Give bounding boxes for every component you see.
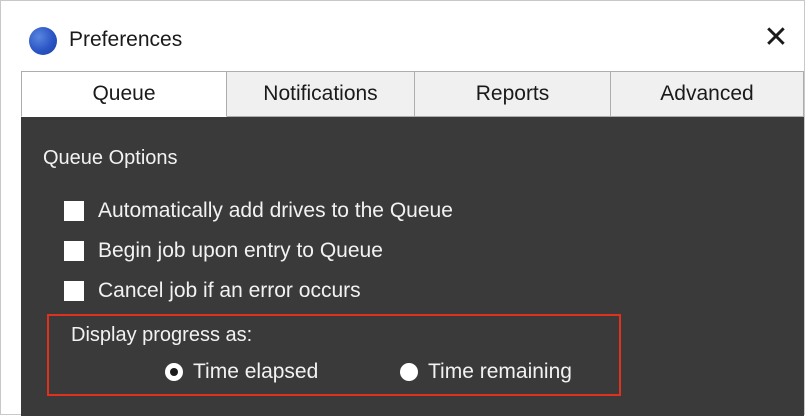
time-remaining-label: Time remaining <box>428 360 572 383</box>
begin-job-checkbox[interactable] <box>64 241 84 261</box>
preferences-window: Preferences ✕ Queue Notifications Report… <box>0 0 805 416</box>
close-button[interactable]: ✕ <box>748 13 804 61</box>
tab-queue[interactable]: Queue <box>21 71 227 117</box>
window-title: Preferences <box>69 28 183 51</box>
display-progress-group: Display progress as: Time elapsed Time r… <box>47 314 621 396</box>
cancel-job-checkbox[interactable] <box>64 281 84 301</box>
display-progress-label: Display progress as: <box>71 324 253 346</box>
time-elapsed-label: Time elapsed <box>193 360 319 383</box>
tab-bar: Queue Notifications Reports Advanced <box>21 71 804 117</box>
title-bar: Preferences ✕ <box>1 1 804 71</box>
auto-add-drives-option[interactable]: Automatically add drives to the Queue <box>64 199 453 223</box>
time-remaining-option[interactable]: Time remaining <box>400 360 572 384</box>
close-icon: ✕ <box>763 20 789 54</box>
time-elapsed-radio[interactable] <box>165 363 183 381</box>
tab-advanced[interactable]: Advanced <box>611 71 804 117</box>
queue-panel: Queue Options Automatically add drives t… <box>21 117 804 416</box>
time-remaining-radio[interactable] <box>400 363 418 381</box>
begin-job-label: Begin job upon entry to Queue <box>98 239 383 262</box>
queue-options-heading: Queue Options <box>43 147 178 169</box>
tab-reports[interactable]: Reports <box>415 71 611 117</box>
time-elapsed-option[interactable]: Time elapsed <box>165 360 318 384</box>
cancel-job-option[interactable]: Cancel job if an error occurs <box>64 279 361 303</box>
app-circle-icon <box>29 27 57 55</box>
begin-job-option[interactable]: Begin job upon entry to Queue <box>64 239 383 263</box>
tab-notifications[interactable]: Notifications <box>227 71 415 117</box>
auto-add-drives-checkbox[interactable] <box>64 201 84 221</box>
cancel-job-label: Cancel job if an error occurs <box>98 279 361 302</box>
auto-add-drives-label: Automatically add drives to the Queue <box>98 199 453 222</box>
